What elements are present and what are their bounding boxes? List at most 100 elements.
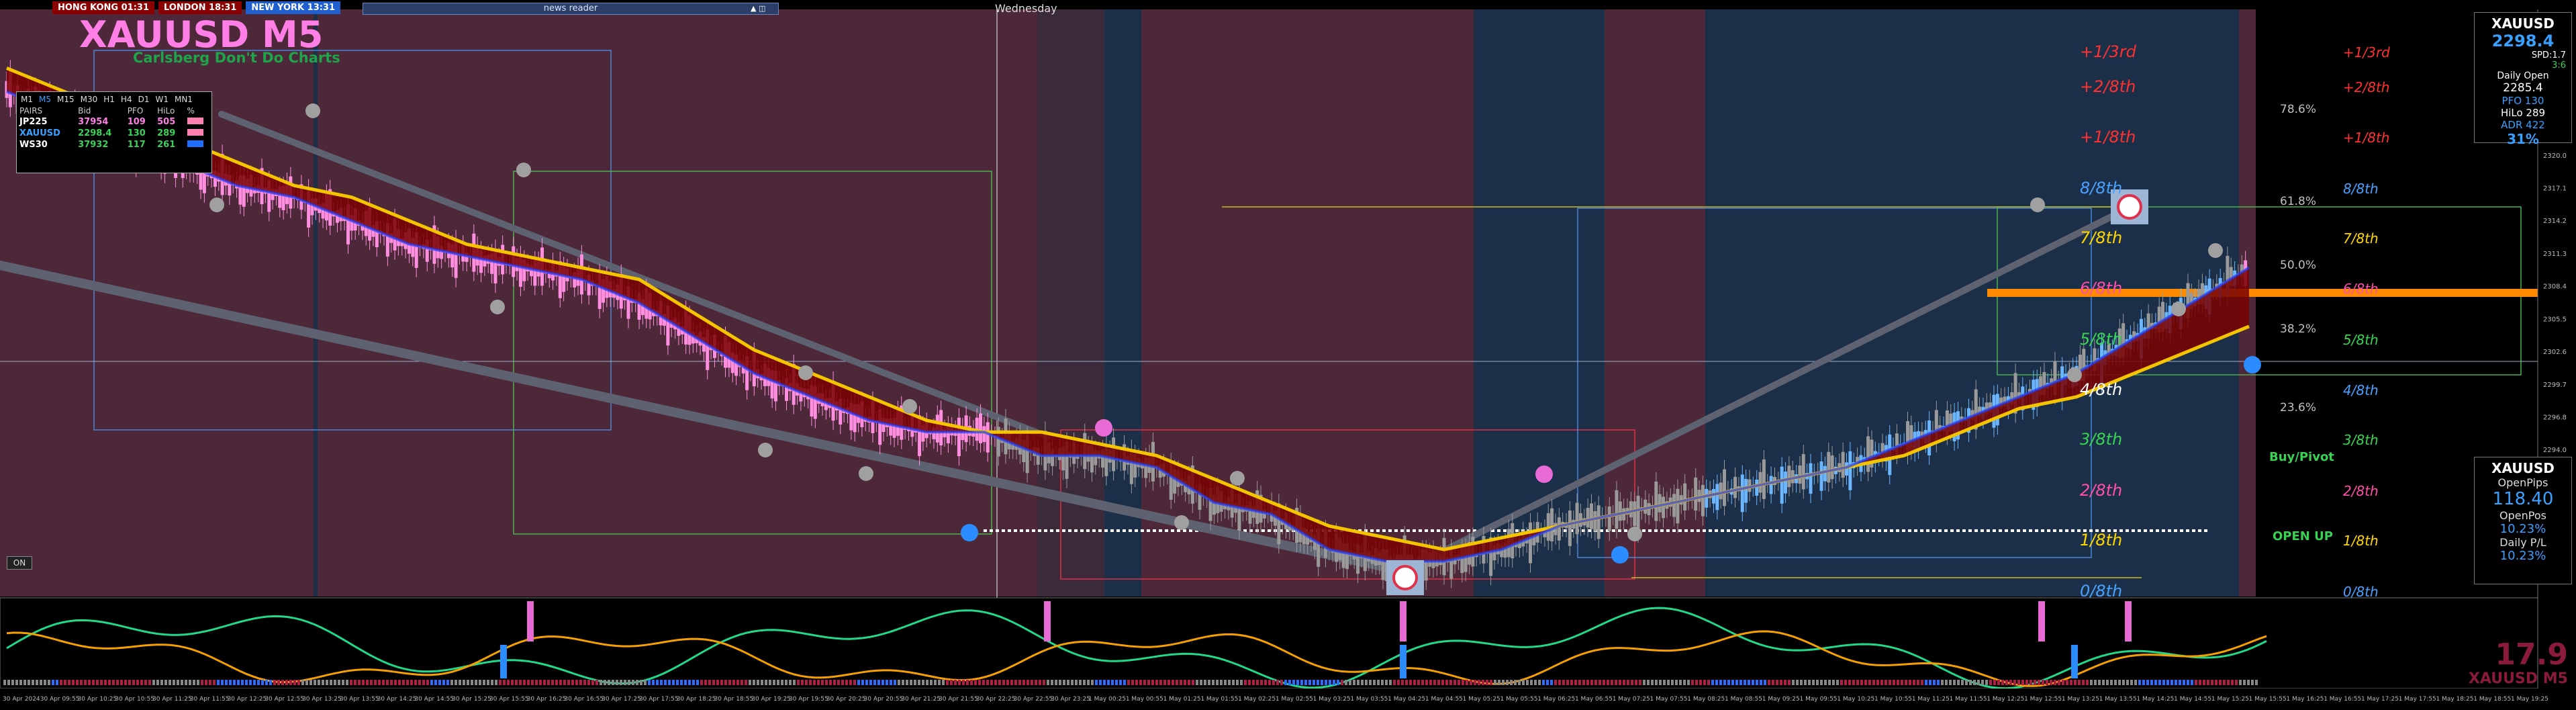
oscillator-bar: [1836, 680, 1839, 685]
oscillator-bar: [463, 680, 465, 685]
oscillator-bar: [132, 680, 135, 685]
murrey-level-label: 6/8th: [2080, 279, 2122, 298]
tf-m5[interactable]: M5: [39, 95, 51, 104]
oscillator-bar: [1035, 680, 1037, 685]
oscillator-bar: [2146, 680, 2149, 685]
oscillator-bar: [1449, 680, 1452, 685]
oscillator-bar: [1296, 680, 1299, 685]
time-tick: 30 Apr 20:55: [864, 696, 904, 703]
oscillator-bar: [1719, 680, 1722, 685]
oscillator-bar: [1365, 680, 1368, 685]
oscillator-bar: [833, 680, 836, 685]
oscillator-bar: [7, 680, 10, 685]
oscillator-bar: [1828, 680, 1831, 685]
oscillator-bar: [1957, 680, 1960, 685]
oscillator-bar: [664, 680, 667, 685]
time-tick: 1 May 07:55: [1650, 696, 1687, 703]
oscillator-bar: [350, 680, 352, 685]
table-row[interactable]: XAUUSD 2298.4 130 289: [17, 128, 211, 139]
news-reader-buttons[interactable]: ▲ ◫: [751, 4, 765, 13]
oscillator-bar: [1172, 680, 1174, 685]
time-tick: 30 Apr 21:55: [939, 696, 978, 703]
price-chart[interactable]: Wednesday +1/3rd +2/8th +1/8th 8/8th 7/8th 6/…: [0, 0, 2576, 710]
info-hilo: HiLo 289: [2500, 107, 2546, 119]
candle-body: [1683, 483, 1687, 511]
tf-m1[interactable]: M1: [21, 95, 33, 104]
oscillator-bar: [140, 680, 143, 685]
oscillator-bar: [1087, 680, 1090, 685]
oscillator-bar: [2138, 680, 2141, 685]
oscillator-bar: [11, 680, 14, 685]
oscillator-bar: [1744, 680, 1746, 685]
oscillator-bar: [225, 680, 228, 685]
oscillator-bar: [1188, 680, 1190, 685]
oscillator-bar: [660, 680, 663, 685]
oscillator-bar: [1441, 680, 1444, 685]
swing-marker: [798, 365, 813, 380]
oscillator-bar: [446, 680, 449, 685]
session-band: [1474, 9, 1605, 596]
oscillator-bar: [2050, 680, 2052, 685]
oscillator-bar: [277, 680, 280, 685]
oscillator-bar: [1538, 680, 1541, 685]
pair-bid: 37954: [78, 117, 109, 127]
oscillator-bar: [2013, 680, 2016, 685]
oscillator-bar: [507, 680, 510, 685]
candle-body: [1784, 472, 1788, 494]
fib-level-label: 23.6%: [2280, 401, 2316, 414]
oscillator-bar: [974, 680, 977, 685]
oscillator-bar: [873, 680, 876, 685]
time-tick: 1 May 19:25: [2511, 696, 2548, 703]
oscillator-bar: [1667, 680, 1670, 685]
oscillator-bar: [1723, 680, 1726, 685]
oscillator-bar: [837, 680, 840, 685]
oscillator-bar: [1788, 680, 1791, 685]
oscillator-bar: [2034, 680, 2036, 685]
tf-w1[interactable]: W1: [155, 95, 169, 104]
table-row[interactable]: JP225 37954 109 505: [17, 116, 211, 128]
oscillator-bar: [1039, 680, 1041, 685]
time-tick: 30 Apr 18:25: [677, 696, 716, 703]
tf-m30[interactable]: M30: [81, 95, 98, 104]
time-tick: 30 Apr 17:25: [602, 696, 641, 703]
swing-marker: [2208, 243, 2223, 258]
oscillator-bar: [527, 680, 530, 685]
price-tick: 2317.1: [2543, 185, 2567, 193]
oscillator-bar: [309, 680, 312, 685]
oscillator-bar: [1486, 680, 1488, 685]
oscillator-bar: [869, 680, 872, 685]
candle-body: [1575, 502, 1579, 535]
oscillator-bar: [467, 680, 469, 685]
info-daily-open: 2285.4: [2503, 81, 2543, 95]
oscillator-bar: [1268, 680, 1271, 685]
oscillator-bar: [1844, 680, 1847, 685]
oscillator-bar: [2094, 680, 2097, 685]
oscillator-bar: [108, 680, 111, 685]
oscillator-bar: [1522, 680, 1525, 685]
oscillator-bar: [1494, 680, 1496, 685]
tf-mn1[interactable]: MN1: [175, 95, 193, 104]
oscillator-bar: [745, 680, 747, 685]
oscillator-bar: [853, 680, 856, 685]
oscillator-bar: [1212, 680, 1214, 685]
oscillator-bar: [1510, 680, 1513, 685]
oscillator-bar: [136, 680, 139, 685]
oscillator-bar: [612, 680, 614, 685]
oscillator-bar: [938, 680, 941, 685]
candle-body: [1629, 501, 1633, 518]
tf-h1[interactable]: H1: [103, 95, 115, 104]
candle-body: [1740, 474, 1744, 513]
on-toggle-button[interactable]: ON: [7, 556, 32, 570]
candle-body: [1618, 501, 1622, 521]
pair-name: XAUUSD: [19, 128, 60, 138]
oscillator-bar: [1490, 680, 1492, 685]
tf-h4[interactable]: H4: [121, 95, 132, 104]
time-tick: 30 Apr 16:55: [564, 696, 604, 703]
news-reader-bar[interactable]: news reader: [363, 3, 779, 15]
table-row[interactable]: WS30 37932 117 261: [17, 139, 211, 150]
tf-d1[interactable]: D1: [138, 95, 150, 104]
swing-marker: [2030, 197, 2045, 212]
tf-m15[interactable]: M15: [57, 95, 75, 104]
time-tick: 30 Apr 16:25: [527, 696, 567, 703]
oscillator-bar: [1071, 680, 1074, 685]
